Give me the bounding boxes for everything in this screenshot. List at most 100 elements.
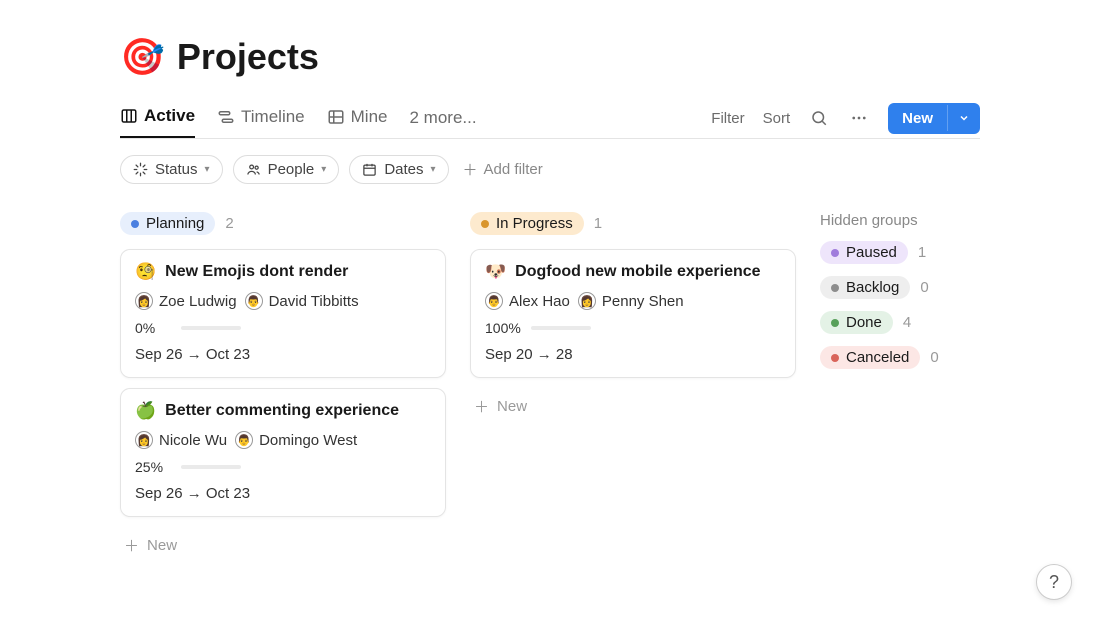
- card-dates: Sep 26 → Oct 23: [135, 346, 431, 363]
- board-icon: [120, 107, 138, 125]
- person[interactable]: 👩 Nicole Wu: [135, 431, 227, 449]
- hidden-group-backlog[interactable]: Backlog 0: [820, 276, 980, 299]
- more-icon[interactable]: [848, 107, 870, 129]
- hidden-group-paused[interactable]: Paused 1: [820, 241, 980, 264]
- progress-bar: [181, 326, 241, 330]
- tabs-more[interactable]: 2 more...: [410, 108, 477, 128]
- tab-mine[interactable]: Mine: [327, 99, 388, 137]
- hidden-groups-panel: Hidden groups Paused 1 Backlog 0 Done 4 …: [820, 212, 980, 369]
- project-card[interactable]: 🧐 New Emojis dont render 👩 Zoe Ludwig 👨 Da…: [120, 249, 446, 378]
- filter-label: Status: [155, 161, 198, 178]
- chevron-down-icon: ▾: [431, 164, 436, 175]
- tab-label: Timeline: [241, 107, 305, 127]
- project-card[interactable]: 🍏 Better commenting experience 👩 Nicole W…: [120, 388, 446, 517]
- avatar: 👩: [135, 292, 153, 310]
- page-root: 🎯 Projects Active Timeline: [0, 0, 1100, 584]
- filter-people[interactable]: People ▾: [233, 155, 340, 184]
- chevron-down-icon: ▾: [321, 164, 326, 175]
- card-emoji: 🧐: [135, 262, 156, 282]
- tab-active[interactable]: Active: [120, 98, 195, 138]
- board: Planning 2 🧐 New Emojis dont render 👩 Zoe…: [120, 212, 980, 564]
- new-button[interactable]: New: [888, 103, 980, 134]
- status-dot: [831, 319, 839, 327]
- table-icon: [327, 108, 345, 126]
- status-label: Canceled: [846, 349, 909, 366]
- status-pill-in-progress[interactable]: In Progress: [470, 212, 584, 235]
- status-dot: [831, 249, 839, 257]
- avatar: 👩: [135, 431, 153, 449]
- progress-pct: 0%: [135, 320, 171, 336]
- add-card-button[interactable]: ＋ New: [120, 527, 446, 564]
- person[interactable]: 👩Penny Shen: [578, 292, 684, 310]
- tabs-left: Active Timeline Mine 2 more...: [120, 98, 689, 138]
- filter-button[interactable]: Filter: [711, 110, 744, 127]
- card-emoji: 🍏: [135, 401, 156, 421]
- status-label: Backlog: [846, 279, 899, 296]
- status-pill-planning[interactable]: Planning: [120, 212, 215, 235]
- people-icon: [246, 162, 261, 177]
- avatar: 👨: [245, 292, 263, 310]
- chevron-down-icon: ▾: [205, 164, 210, 175]
- status-loading-icon: [133, 162, 148, 177]
- progress-pct: 100%: [485, 320, 521, 336]
- add-filter-button[interactable]: ＋ Add filter: [463, 159, 543, 180]
- status-label: Done: [846, 314, 882, 331]
- add-card-button[interactable]: ＋ New: [470, 388, 796, 425]
- filter-dates[interactable]: Dates ▾: [349, 155, 448, 184]
- person[interactable]: 👨Domingo West: [235, 431, 357, 449]
- status-pill-done: Done: [820, 311, 893, 334]
- tabs-right: Filter Sort New: [711, 103, 980, 134]
- person-name: Zoe Ludwig: [159, 293, 237, 310]
- status-dot: [831, 354, 839, 362]
- status-dot: [481, 220, 489, 228]
- tab-timeline[interactable]: Timeline: [217, 99, 305, 137]
- person[interactable]: 👨Alex Hao: [485, 292, 570, 310]
- card-title: New Emojis dont render: [165, 263, 348, 281]
- person-name: Nicole Wu: [159, 432, 227, 449]
- person[interactable]: 👩 Zoe Ludwig: [135, 292, 237, 310]
- timeline-icon: [217, 108, 235, 126]
- plus-icon: ＋: [463, 159, 478, 180]
- calendar-icon: [362, 162, 377, 177]
- person-name: David Tibbitts: [269, 293, 359, 310]
- status-pill-paused: Paused: [820, 241, 908, 264]
- card-people: 👨Alex Hao 👩Penny Shen: [485, 292, 781, 310]
- column-planning: Planning 2 🧐 New Emojis dont render 👩 Zoe…: [120, 212, 446, 564]
- filter-status[interactable]: Status ▾: [120, 155, 223, 184]
- avatar: 👨: [485, 292, 503, 310]
- hidden-groups-title: Hidden groups: [820, 212, 980, 229]
- tabs-bar: Active Timeline Mine 2 more...: [120, 98, 980, 139]
- search-icon[interactable]: [808, 107, 830, 129]
- hidden-group-done[interactable]: Done 4: [820, 311, 980, 334]
- status-label: Planning: [146, 215, 204, 232]
- status-dot: [831, 284, 839, 292]
- progress-bar: [181, 465, 241, 469]
- group-count: 0: [920, 279, 928, 296]
- status-dot: [131, 220, 139, 228]
- card-dates: Sep 20 → 28: [485, 346, 781, 363]
- progress: 100%: [485, 320, 781, 336]
- sort-button[interactable]: Sort: [763, 110, 791, 127]
- progress: 25%: [135, 459, 431, 475]
- column-header: Planning 2: [120, 212, 446, 235]
- chevron-down-icon[interactable]: [947, 105, 980, 131]
- card-title: Better commenting experience: [165, 402, 399, 420]
- page-emoji: 🎯: [120, 36, 165, 78]
- status-pill-canceled: Canceled: [820, 346, 920, 369]
- person-name: Penny Shen: [602, 293, 684, 310]
- tab-label: Mine: [351, 107, 388, 127]
- filters-row: Status ▾ People ▾ Dates ▾ ＋ Add filter: [120, 155, 980, 184]
- person[interactable]: 👨 David Tibbitts: [245, 292, 359, 310]
- status-pill-backlog: Backlog: [820, 276, 910, 299]
- hidden-group-canceled[interactable]: Canceled 0: [820, 346, 980, 369]
- status-label: In Progress: [496, 215, 573, 232]
- add-card-label: New: [147, 537, 177, 554]
- card-people: 👩 Zoe Ludwig 👨 David Tibbitts: [135, 292, 431, 310]
- status-label: Paused: [846, 244, 897, 261]
- page-title: Projects: [177, 36, 319, 78]
- add-filter-label: Add filter: [484, 161, 543, 178]
- project-card[interactable]: 🐶 Dogfood new mobile experience 👨Alex Ha…: [470, 249, 796, 378]
- column-count: 1: [594, 215, 602, 232]
- help-button[interactable]: ?: [1036, 564, 1072, 600]
- progress: 0%: [135, 320, 431, 336]
